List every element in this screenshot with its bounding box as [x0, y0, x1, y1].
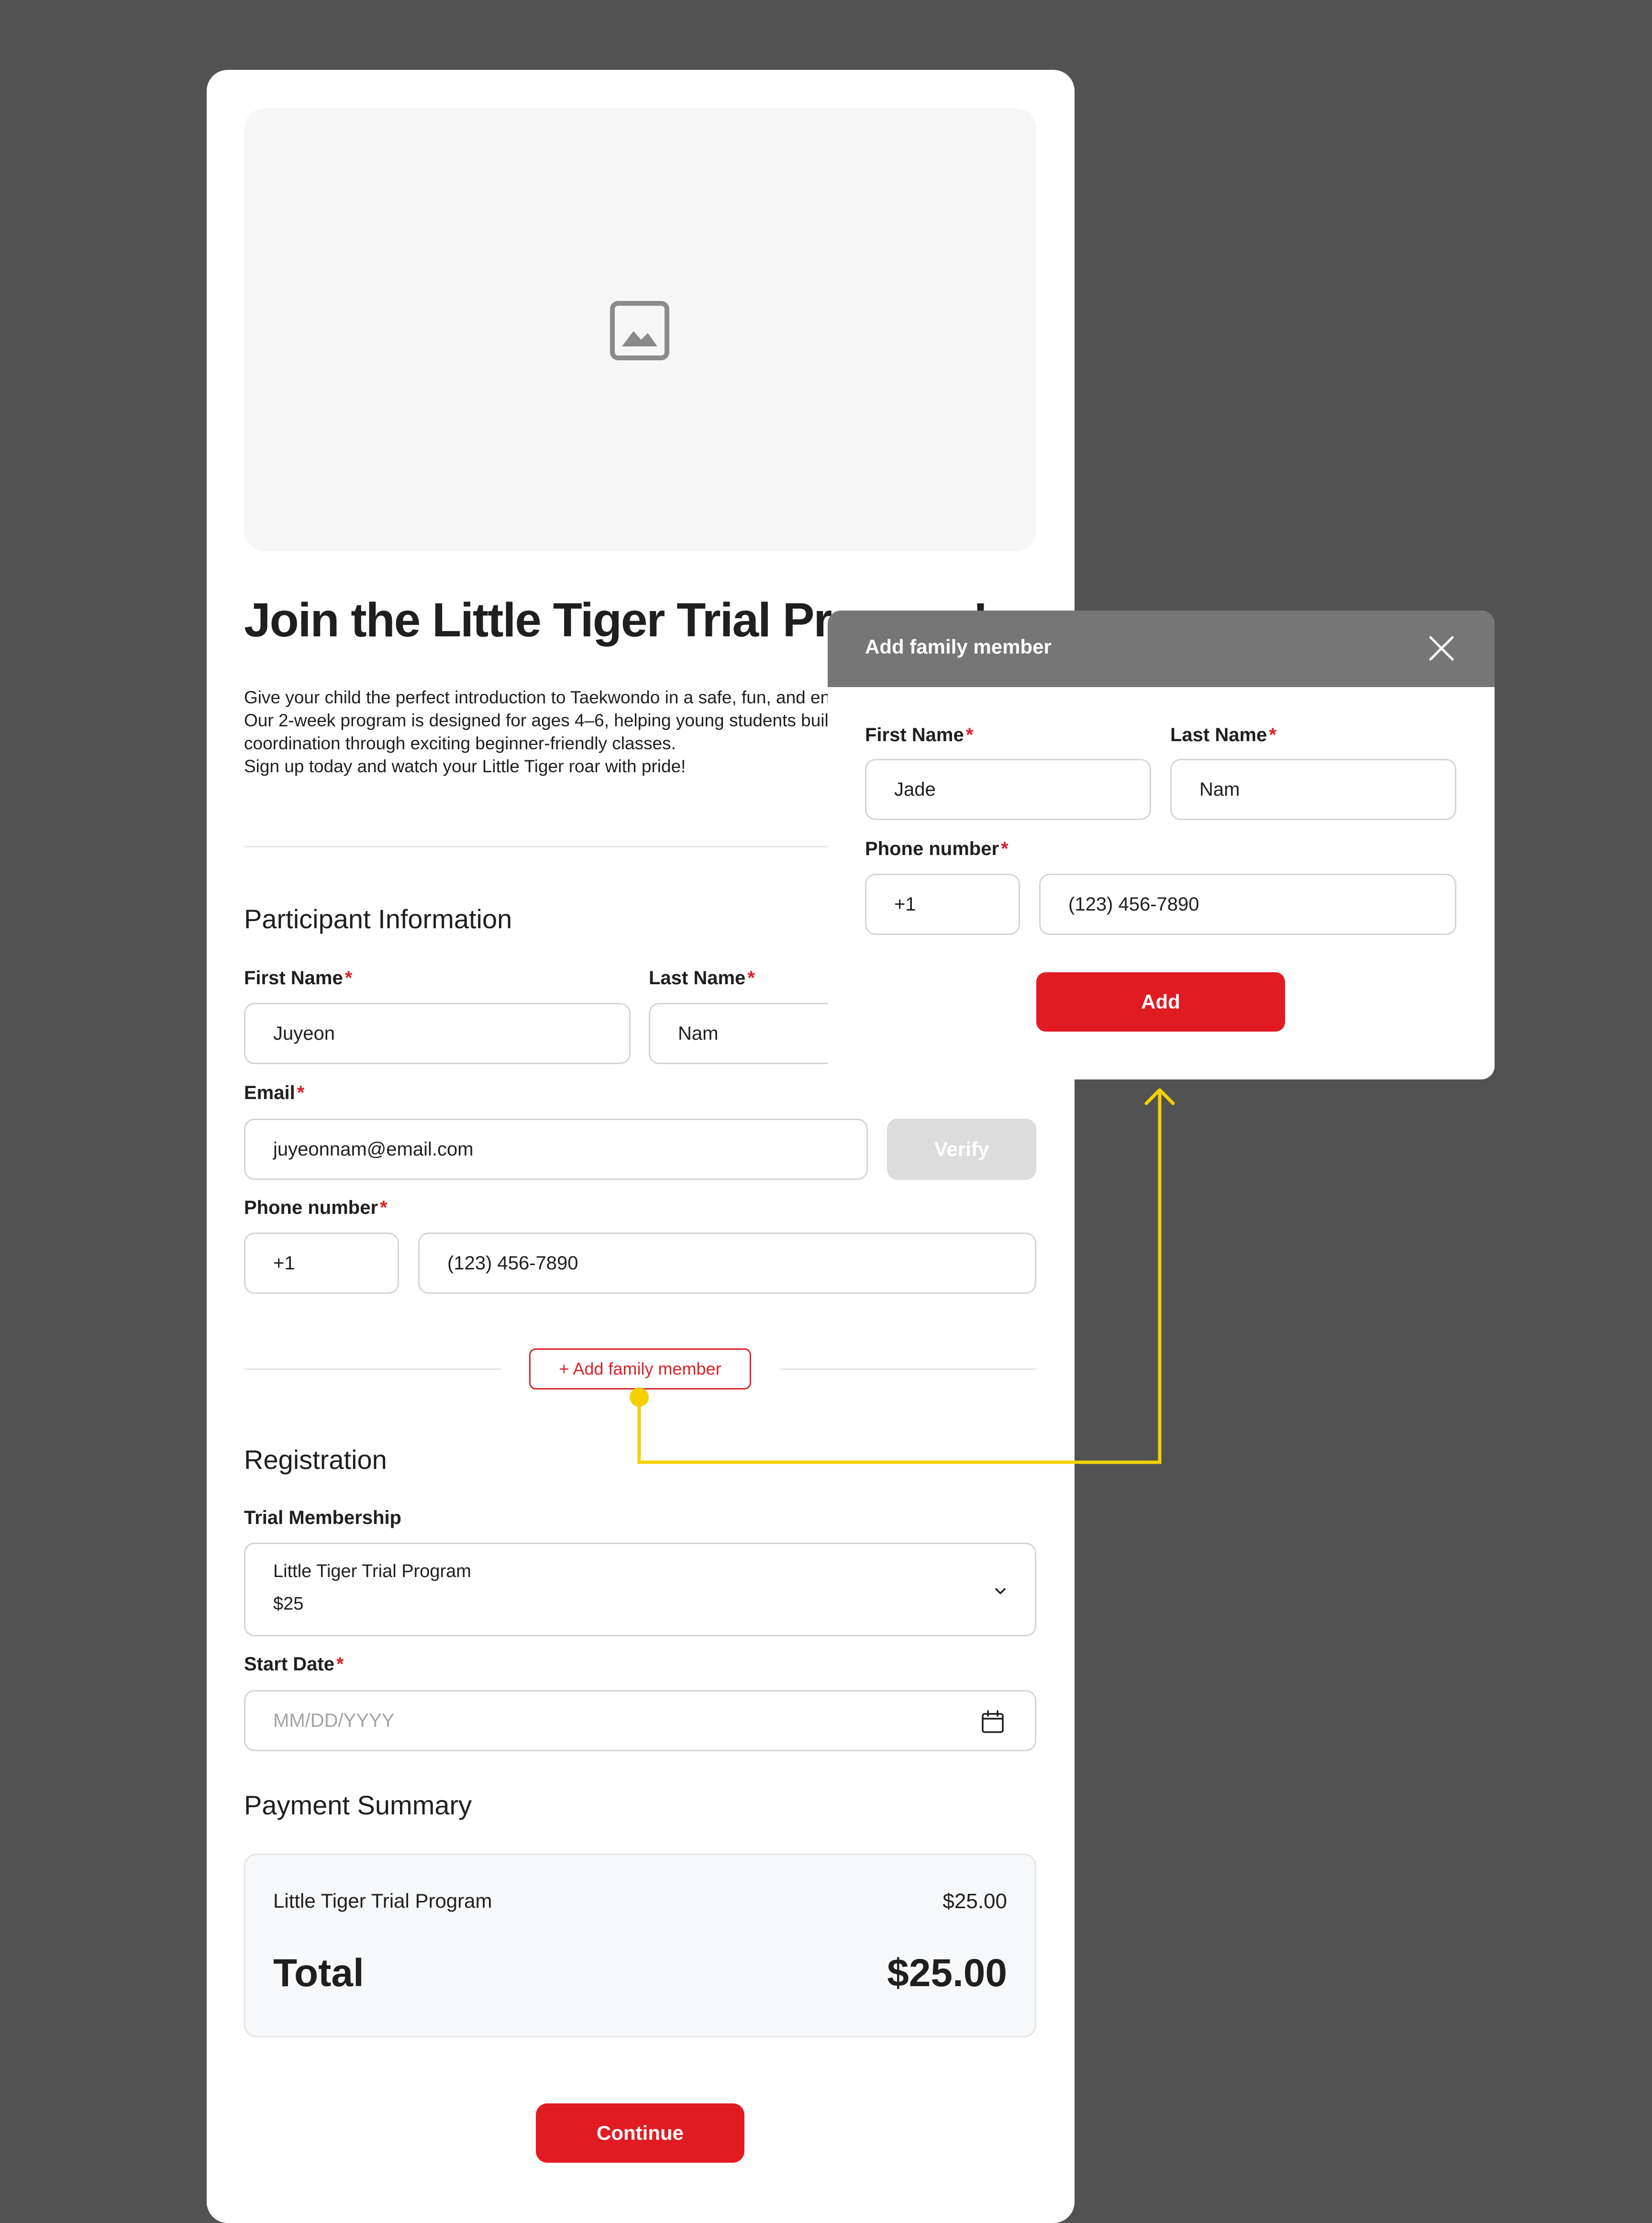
payment-summary-heading: Payment Summary — [244, 1790, 472, 1820]
start-date-field[interactable]: MM/DD/YYYY — [244, 1690, 1036, 1751]
payment-summary-box: Little Tiger Trial Program $25.00 Total … — [244, 1854, 1036, 2037]
registration-card: Join the Little Tiger Trial Program! Giv… — [207, 70, 1075, 2223]
summary-total-label: Total — [273, 1951, 364, 1995]
modal-header: Add family member — [828, 611, 1495, 687]
start-date-placeholder: MM/DD/YYYY — [273, 1710, 395, 1731]
verify-button[interactable]: Verify — [887, 1119, 1036, 1180]
required-mark: * — [965, 724, 974, 745]
add-family-member-button[interactable]: + Add family member — [529, 1348, 751, 1389]
calendar-icon[interactable] — [980, 1710, 1005, 1734]
required-mark: * — [336, 1654, 344, 1675]
modal-last-name-label: Last Name * — [1170, 724, 1276, 745]
required-mark: * — [380, 1197, 388, 1218]
required-mark: * — [1001, 838, 1009, 859]
chevron-down-icon — [995, 1588, 1006, 1594]
phone-label: Phone number * — [244, 1197, 388, 1218]
summary-item-price: $25.00 — [942, 1890, 1007, 1913]
required-mark: * — [1269, 724, 1276, 745]
trial-membership-select[interactable]: Little Tiger Trial Program $25 — [244, 1543, 1036, 1636]
add-button[interactable]: Add — [1036, 972, 1285, 1032]
image-placeholder-icon — [610, 301, 669, 360]
required-mark: * — [747, 967, 755, 989]
required-mark: * — [344, 967, 353, 989]
summary-item-name: Little Tiger Trial Program — [273, 1890, 492, 1912]
modal-phone-label: Phone number * — [865, 838, 1009, 859]
email-field[interactable]: juyeonnam@email.com — [244, 1119, 868, 1180]
first-name-label: First Name * — [244, 967, 353, 989]
add-family-divider-left — [244, 1368, 501, 1370]
membership-name: Little Tiger Trial Program — [273, 1561, 471, 1581]
email-label: Email * — [244, 1082, 305, 1103]
participant-heading: Participant Information — [244, 904, 512, 934]
hero-image-placeholder — [244, 108, 1036, 551]
last-name-label: Last Name * — [649, 967, 755, 989]
first-name-field[interactable]: Juyeon — [244, 1003, 631, 1064]
modal-first-name-label: First Name * — [865, 724, 974, 745]
registration-heading: Registration — [244, 1445, 387, 1475]
close-icon[interactable] — [1427, 634, 1456, 663]
modal-first-name-field[interactable]: Jade — [865, 759, 1151, 820]
modal-phone-country-code-field[interactable]: +1 — [865, 874, 1020, 935]
required-mark: * — [297, 1082, 305, 1103]
phone-number-field[interactable]: (123) 456-7890 — [418, 1233, 1036, 1294]
add-family-divider-right — [780, 1368, 1036, 1370]
add-family-member-modal: Add family member First Name * Jade Last … — [828, 611, 1495, 1079]
continue-button[interactable]: Continue — [536, 2103, 744, 2163]
start-date-label: Start Date * — [244, 1654, 344, 1675]
phone-country-code-field[interactable]: +1 — [244, 1233, 399, 1294]
summary-total-value: $25.00 — [887, 1951, 1007, 1995]
trial-membership-label: Trial Membership — [244, 1507, 401, 1528]
modal-phone-number-field[interactable]: (123) 456-7890 — [1039, 874, 1456, 935]
membership-price: $25 — [273, 1594, 304, 1614]
modal-last-name-field[interactable]: Nam — [1170, 759, 1456, 820]
modal-title: Add family member — [865, 635, 1052, 658]
